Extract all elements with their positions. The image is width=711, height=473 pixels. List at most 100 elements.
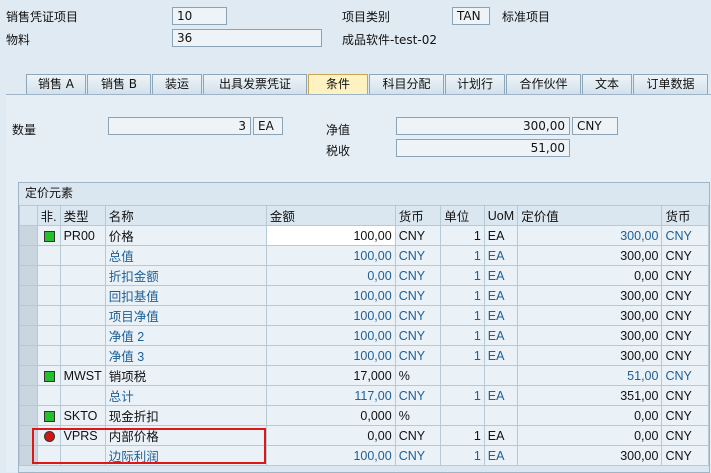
condition-uom[interactable]: EA	[483, 265, 519, 286]
table-row[interactable]: 净值 2 100,00 CNY 1 EA 300,00 CNY	[19, 325, 709, 346]
tab-order-data[interactable]: 订单数据	[633, 74, 708, 94]
condition-currency[interactable]: CNY	[394, 445, 442, 466]
quantity-field[interactable]: 3	[108, 117, 251, 135]
table-row[interactable]: SKTO 现金折扣 0,000% 0,00 CNY	[19, 405, 709, 426]
tab-account-assignment[interactable]: 科目分配	[369, 74, 444, 94]
condition-uom[interactable]: EA	[483, 385, 519, 406]
row-selector[interactable]	[19, 285, 38, 306]
condition-type[interactable]	[59, 325, 106, 346]
condition-unit[interactable]: 1	[440, 345, 485, 366]
table-row[interactable]: 总值 100,00 CNY 1 EA 300,00 CNY	[19, 245, 709, 266]
condition-currency[interactable]: CNY	[394, 245, 442, 266]
col-header-currency[interactable]: 货币	[394, 205, 442, 226]
table-row[interactable]: 回扣基值 100,00 CNY 1 EA 300,00 CNY	[19, 285, 709, 306]
col-header-unit[interactable]: 单位	[440, 205, 485, 226]
col-header-amount[interactable]: 金额	[265, 205, 396, 226]
row-selector[interactable]	[19, 225, 38, 246]
col-header-inactive[interactable]: 非.	[36, 205, 61, 226]
table-row[interactable]: PR00 价格 100,00 CNY 1 EA 300,00 CNY	[19, 225, 709, 246]
condition-currency[interactable]: CNY	[394, 385, 442, 406]
condition-amount[interactable]: 100,00	[265, 245, 396, 266]
condition-currency[interactable]: CNY	[394, 325, 442, 346]
quantity-unit[interactable]: EA	[253, 117, 283, 135]
condition-type[interactable]	[59, 245, 106, 266]
condition-currency[interactable]: CNY	[394, 225, 442, 246]
condition-unit[interactable]: 1	[440, 245, 485, 266]
condition-amount[interactable]: 100,00	[265, 445, 396, 466]
condition-amount[interactable]: 17,000	[265, 365, 396, 386]
condition-uom[interactable]: EA	[483, 445, 519, 466]
condition-uom[interactable]: EA	[483, 425, 519, 446]
condition-currency[interactable]: CNY	[394, 285, 442, 306]
condition-type[interactable]: MWST	[59, 365, 106, 386]
row-selector[interactable]	[19, 245, 38, 266]
col-header-type[interactable]: 类型	[59, 205, 106, 226]
row-selector[interactable]	[19, 385, 38, 406]
condition-currency[interactable]: %	[394, 365, 442, 386]
condition-amount[interactable]: 100,00	[265, 225, 396, 246]
condition-amount[interactable]: 0,00	[265, 425, 396, 446]
row-select-header[interactable]	[19, 205, 38, 226]
tab-schedule-lines[interactable]: 计划行	[445, 74, 505, 94]
category-field[interactable]: TAN	[452, 7, 490, 25]
condition-uom[interactable]: EA	[483, 285, 519, 306]
condition-uom[interactable]	[483, 405, 519, 426]
tab-sales-b[interactable]: 销售 B	[87, 74, 151, 94]
condition-unit[interactable]: 1	[440, 305, 485, 326]
condition-unit[interactable]: 1	[440, 265, 485, 286]
condition-type[interactable]	[59, 305, 106, 326]
condition-amount[interactable]: 100,00	[265, 325, 396, 346]
row-selector[interactable]	[19, 365, 38, 386]
condition-unit[interactable]	[440, 405, 485, 426]
table-row[interactable]: 项目净值 100,00 CNY 1 EA 300,00 CNY	[19, 305, 709, 326]
item-field[interactable]: 10	[172, 7, 227, 25]
col-header-name[interactable]: 名称	[104, 205, 267, 226]
table-row[interactable]: 折扣金额 0,00 CNY 1 EA 0,00 CNY	[19, 265, 709, 286]
condition-currency[interactable]: CNY	[394, 305, 442, 326]
condition-uom[interactable]: EA	[483, 245, 519, 266]
condition-unit[interactable]	[440, 365, 485, 386]
tab-billing[interactable]: 出具发票凭证	[203, 74, 307, 94]
condition-unit[interactable]: 1	[440, 425, 485, 446]
row-selector[interactable]	[19, 405, 38, 426]
condition-unit[interactable]: 1	[440, 385, 485, 406]
net-currency-field[interactable]: CNY	[572, 117, 618, 135]
condition-type[interactable]	[59, 345, 106, 366]
tab-conditions[interactable]: 条件	[308, 74, 368, 94]
row-selector[interactable]	[19, 265, 38, 286]
condition-uom[interactable]: EA	[483, 345, 519, 366]
col-header-pricing-value[interactable]: 定价值	[517, 205, 663, 226]
tab-partners[interactable]: 合作伙伴	[506, 74, 581, 94]
condition-type[interactable]	[59, 285, 106, 306]
condition-type[interactable]: SKTO	[59, 405, 106, 426]
condition-uom[interactable]: EA	[483, 325, 519, 346]
condition-amount[interactable]: 0,00	[265, 265, 396, 286]
condition-type[interactable]: PR00	[59, 225, 106, 246]
condition-currency[interactable]: %	[394, 405, 442, 426]
material-field[interactable]: 36	[172, 29, 322, 47]
table-row[interactable]: 总计 117,00 CNY 1 EA 351,00 CNY	[19, 385, 709, 406]
condition-unit[interactable]: 1	[440, 285, 485, 306]
tab-sales-a[interactable]: 销售 A	[26, 74, 86, 94]
net-value-field[interactable]: 300,00	[396, 117, 570, 135]
col-header-uom[interactable]: UoM	[483, 205, 519, 226]
table-row[interactable]: 净值 3 100,00 CNY 1 EA 300,00 CNY	[19, 345, 709, 366]
condition-unit[interactable]: 1	[440, 225, 485, 246]
condition-uom[interactable]	[483, 365, 519, 386]
condition-currency[interactable]: CNY	[394, 265, 442, 286]
row-selector[interactable]	[19, 325, 38, 346]
condition-amount[interactable]: 100,00	[265, 285, 396, 306]
tab-shipping[interactable]: 装运	[152, 74, 202, 94]
condition-currency[interactable]: CNY	[394, 425, 442, 446]
row-selector[interactable]	[19, 345, 38, 366]
row-selector[interactable]	[19, 305, 38, 326]
condition-type[interactable]	[59, 265, 106, 286]
table-row[interactable]: MWST 销项税 17,000% 51,00 CNY	[19, 365, 709, 386]
condition-uom[interactable]: EA	[483, 305, 519, 326]
condition-amount[interactable]: 117,00	[265, 385, 396, 406]
condition-amount[interactable]: 100,00	[265, 305, 396, 326]
condition-currency[interactable]: CNY	[394, 345, 442, 366]
condition-unit[interactable]: 1	[440, 325, 485, 346]
condition-amount[interactable]: 0,000	[265, 405, 396, 426]
condition-unit[interactable]: 1	[440, 445, 485, 466]
